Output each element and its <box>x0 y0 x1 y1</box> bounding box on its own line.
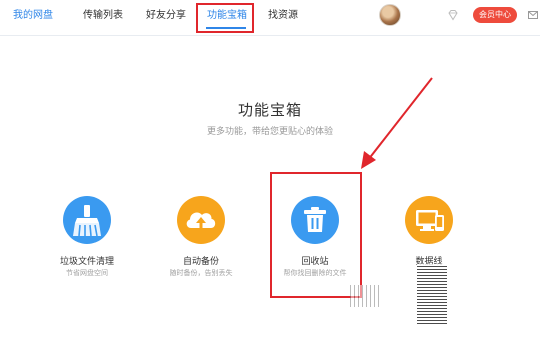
page: 我的网盘 传输列表 好友分享 功能宝箱 找资源 会员中心 功能宝箱 更多功能，带… <box>0 0 540 360</box>
annotation-arrow <box>361 77 433 169</box>
